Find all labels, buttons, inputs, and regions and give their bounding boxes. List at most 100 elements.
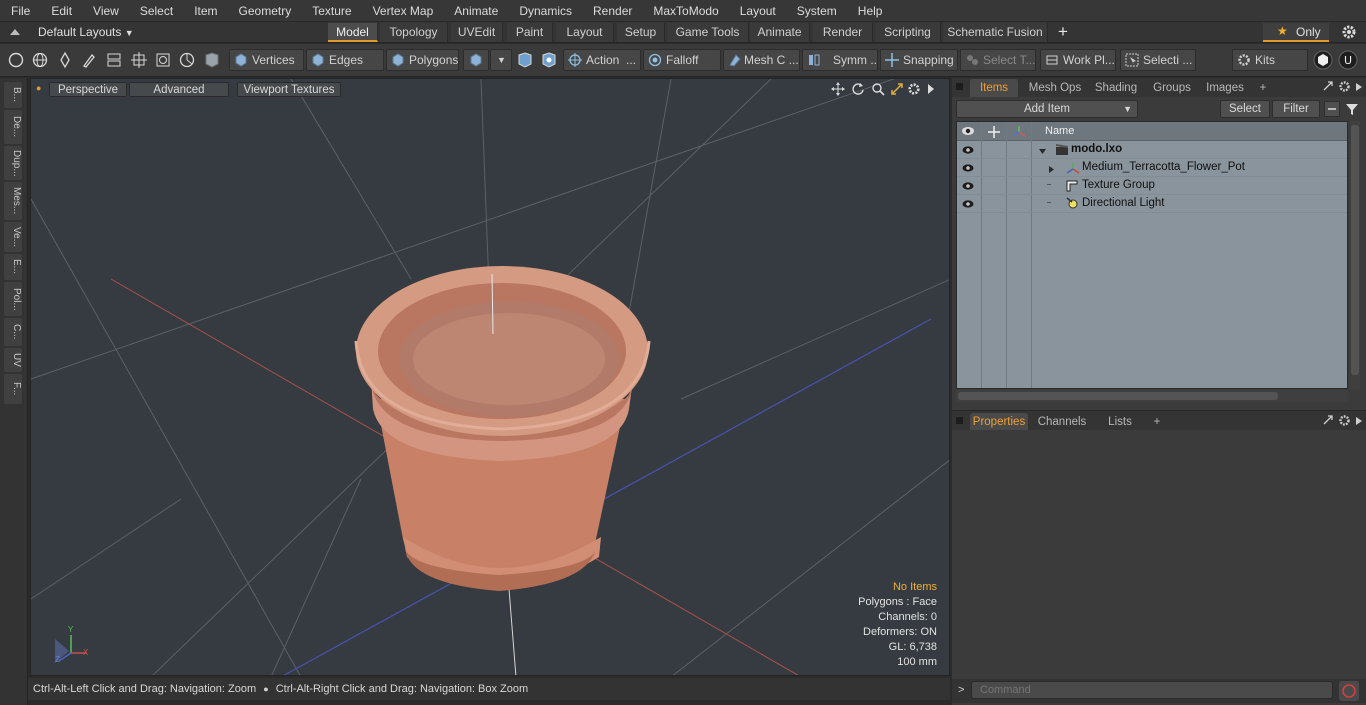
layout-tab-scripting[interactable]: Scripting — [875, 23, 941, 42]
menu-item-item[interactable]: Item — [183, 0, 227, 22]
item-row-directional-light[interactable]: Directional Light — [957, 195, 1347, 213]
item-mode-dropdown[interactable]: ▼ — [490, 49, 512, 71]
properties-gear-icon[interactable] — [1338, 414, 1351, 430]
only-toggle[interactable]: ★ Only — [1263, 23, 1329, 42]
item-row-mesh[interactable]: Medium_Terracotta_Flower_Pot — [957, 159, 1347, 177]
add-layout-tab-button[interactable]: + — [1058, 22, 1068, 42]
item-row-texture-group[interactable]: Texture Group — [957, 177, 1347, 195]
layout-tab-setup[interactable]: Setup — [617, 23, 665, 42]
viewport-settings-gear-icon[interactable] — [907, 82, 921, 99]
rotate-view-icon[interactable] — [851, 82, 865, 99]
tree-expand-arrow-icon[interactable] — [1047, 163, 1056, 177]
properties-tab-channels[interactable]: Channels — [1032, 413, 1092, 431]
type-column-icon[interactable] — [1012, 124, 1026, 141]
perspective-button[interactable]: Perspective — [49, 82, 127, 97]
tree-expand-arrow-icon[interactable] — [1038, 145, 1047, 159]
kits-button[interactable]: Kits — [1232, 49, 1308, 71]
items-tab-groups[interactable]: Groups — [1148, 79, 1196, 97]
command-input[interactable] — [971, 681, 1333, 699]
items-gear-icon[interactable] — [1338, 80, 1351, 96]
shield-icon[interactable] — [203, 51, 221, 69]
side-tab-5[interactable]: E... — [4, 254, 22, 280]
box-target-icon[interactable] — [154, 51, 172, 69]
gear-icon[interactable] — [1341, 24, 1357, 40]
viewport-scene[interactable] — [31, 79, 950, 676]
menu-item-maxtomodo[interactable]: MaxToModo — [642, 0, 728, 22]
layout-tab-schematic-fusion[interactable]: Schematic Fusion — [943, 23, 1048, 42]
layout-tab-animate[interactable]: Animate — [750, 23, 810, 42]
menu-item-system[interactable]: System — [786, 0, 847, 22]
brush-icon[interactable] — [80, 51, 98, 69]
items-tab-images[interactable]: Images — [1200, 79, 1250, 97]
item-mode-button[interactable] — [463, 49, 489, 71]
polygons-button[interactable]: Polygons — [386, 49, 459, 71]
layout-tab-model[interactable]: Model — [328, 23, 378, 42]
layout-tab-render[interactable]: Render — [813, 23, 873, 42]
menu-item-view[interactable]: View — [82, 0, 129, 22]
3d-viewport[interactable]: Y X Z ● Perspective Advanced Viewport Te… — [30, 78, 950, 676]
edges-button[interactable]: Edges — [306, 49, 384, 71]
layout-tab-paint[interactable]: Paint — [507, 23, 553, 42]
layout-tab-uvedit[interactable]: UVEdit — [451, 23, 503, 42]
layout-tab-layout[interactable]: Layout — [556, 23, 614, 42]
action-center-button[interactable]: Action ... — [563, 49, 641, 71]
sym-shield-alt-icon[interactable] — [540, 51, 558, 69]
select-button[interactable]: Select — [1220, 100, 1270, 118]
add-properties-tab-button[interactable]: + — [1150, 413, 1164, 431]
menu-item-layout[interactable]: Layout — [729, 0, 786, 22]
unreal-icon[interactable]: U — [1338, 50, 1358, 70]
advanced-button[interactable]: Advanced — [129, 82, 229, 97]
layout-menu-icon[interactable] — [8, 26, 22, 38]
center-icon[interactable] — [130, 51, 148, 69]
viewport-menu-dot-icon[interactable]: ● — [36, 83, 41, 93]
side-tab-2[interactable]: Dup... — [4, 146, 22, 180]
work-plane-button[interactable]: Work Pl... — [1040, 49, 1116, 71]
vertices-button[interactable]: Vertices — [229, 49, 304, 71]
properties-more-arrow-icon[interactable] — [1354, 415, 1364, 430]
menu-item-file[interactable]: File — [0, 0, 40, 22]
viewport-textures-button[interactable]: Viewport Textures — [237, 82, 341, 97]
record-macro-icon[interactable] — [1339, 681, 1359, 701]
add-item-dropdown[interactable]: Add Item ▼ — [956, 100, 1138, 118]
item-list-horizontal-scrollbar[interactable] — [956, 390, 1348, 402]
unity-icon[interactable] — [1313, 50, 1333, 70]
side-tab-4[interactable]: Ve... — [4, 222, 22, 252]
scrollbar-thumb[interactable] — [1351, 125, 1359, 375]
globe-icon[interactable] — [31, 51, 49, 69]
item-list-vertical-scrollbar[interactable] — [1350, 121, 1360, 389]
side-tab-3[interactable]: Mes... — [4, 182, 22, 220]
default-layouts-dropdown[interactable]: Default Layouts ▼ — [38, 25, 134, 39]
properties-tab-properties[interactable]: Properties — [970, 413, 1028, 431]
visibility-eye-icon[interactable] — [962, 162, 974, 174]
layout-tab-game-tools[interactable]: Game Tools — [667, 23, 749, 42]
properties-tab-lists[interactable]: Lists — [1096, 413, 1144, 431]
menu-item-select[interactable]: Select — [129, 0, 183, 22]
menu-item-render[interactable]: Render — [582, 0, 642, 22]
pen-icon[interactable] — [56, 51, 74, 69]
items-expand-icon[interactable] — [1322, 80, 1334, 95]
viewport-expand-arrow-icon[interactable] — [926, 82, 936, 99]
move-view-icon[interactable] — [831, 82, 845, 99]
falloff-button[interactable]: Falloff — [643, 49, 721, 71]
maximize-view-icon[interactable] — [890, 82, 904, 99]
side-tab-6[interactable]: Pol... — [4, 282, 22, 316]
visibility-eye-icon[interactable] — [962, 198, 974, 210]
select-circle-icon[interactable] — [7, 51, 25, 69]
sym-shield-icon[interactable] — [516, 51, 534, 69]
menu-item-animate[interactable]: Animate — [443, 0, 508, 22]
side-tab-9[interactable]: F... — [4, 374, 22, 404]
layout-tab-topology[interactable]: Topology — [380, 23, 448, 42]
panel-menu-icon[interactable] — [956, 83, 963, 90]
item-list[interactable]: Name modo.lxo Medium_Terracotta_Flower_P… — [956, 121, 1348, 389]
menu-item-geometry[interactable]: Geometry — [228, 0, 302, 22]
menu-item-vertex-map[interactable]: Vertex Map — [362, 0, 444, 22]
pie-icon[interactable] — [178, 51, 196, 69]
items-tab-items[interactable]: Items — [970, 79, 1018, 97]
scrollbar-thumb[interactable] — [958, 392, 1278, 400]
side-tab-1[interactable]: De... — [4, 110, 22, 144]
visibility-column-eye-icon[interactable] — [961, 125, 975, 140]
menu-item-texture[interactable]: Texture — [301, 0, 361, 22]
panel-menu-icon[interactable] — [956, 417, 963, 424]
filter-funnel-icon[interactable] — [1345, 102, 1359, 119]
mesh-constraint-button[interactable]: Mesh C ... — [723, 49, 800, 71]
